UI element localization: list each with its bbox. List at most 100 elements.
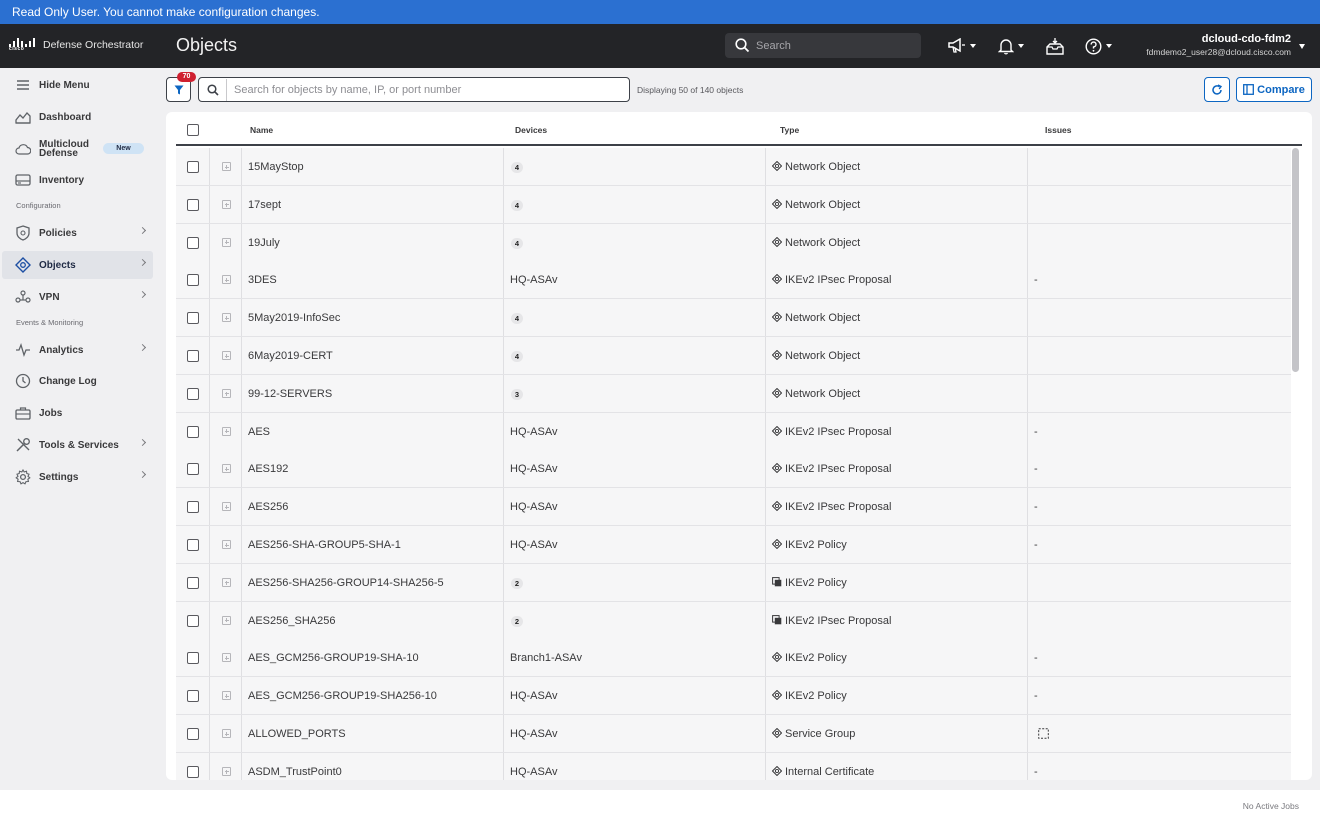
object-type: IKEv2 IPsec Proposal <box>785 463 892 476</box>
table-row[interactable]: 19July 4 Network Object <box>176 223 1291 262</box>
sidebar-item-analytics[interactable]: Analytics <box>2 336 153 364</box>
device-count-badge[interactable]: 4 <box>511 162 523 173</box>
table-row[interactable]: AES HQ-ASAv IKEv2 IPsec Proposal - <box>176 412 1291 451</box>
table-row[interactable]: AES256 HQ-ASAv IKEv2 IPsec Proposal - <box>176 488 1291 527</box>
expand-icon[interactable] <box>222 691 231 701</box>
table-row[interactable]: 3DES HQ-ASAv IKEv2 IPsec Proposal - <box>176 261 1291 300</box>
sidebar-item-label: Change Log <box>39 375 97 387</box>
sidebar-item-objects[interactable]: Objects <box>2 251 153 279</box>
table-row[interactable]: ALLOWED_PORTS HQ-ASAv Service Group <box>176 715 1291 753</box>
row-checkbox[interactable] <box>187 539 199 551</box>
row-checkbox[interactable] <box>187 614 199 627</box>
device-name: HQ-ASAv <box>510 728 558 740</box>
row-checkbox[interactable] <box>187 463 199 476</box>
device-count-badge[interactable]: 4 <box>511 199 523 211</box>
inbox-button[interactable] <box>1046 36 1064 56</box>
sidebar-item-dashboard[interactable]: Dashboard <box>2 103 153 131</box>
select-all-checkbox[interactable] <box>187 124 199 136</box>
expand-icon[interactable] <box>222 615 231 625</box>
table-row[interactable]: AES192 HQ-ASAv IKEv2 IPsec Proposal - <box>176 450 1291 489</box>
column-header-name[interactable]: Name <box>250 125 273 135</box>
sidebar-item-change-log[interactable]: Change Log <box>2 367 153 395</box>
sidebar-item-settings[interactable]: Settings <box>2 463 153 491</box>
refresh-button[interactable] <box>1204 77 1230 102</box>
notifications-menu[interactable] <box>998 36 1024 56</box>
object-type: IKEv2 IPsec Proposal <box>785 501 892 514</box>
announcements-menu[interactable] <box>948 36 976 56</box>
expand-icon[interactable] <box>222 162 231 171</box>
table-row[interactable]: AES_GCM256-GROUP19-SHA256-10 HQ-ASAv IKEv2… <box>176 677 1291 716</box>
object-name: AES256-SHA-GROUP5-SHA-1 <box>248 539 401 551</box>
row-checkbox[interactable] <box>187 312 199 325</box>
table-scrollbar[interactable] <box>1292 148 1299 372</box>
device-count-badge[interactable]: 4 <box>511 313 523 325</box>
row-checkbox[interactable] <box>187 501 199 514</box>
sidebar-item-jobs[interactable]: Jobs <box>2 399 153 427</box>
row-checkbox[interactable] <box>187 652 199 665</box>
devices-cell <box>504 374 766 412</box>
table-row[interactable]: AES256_SHA256 2 IKEv2 IPsec Proposal <box>176 601 1291 640</box>
device-count-badge[interactable]: 4 <box>511 237 523 249</box>
device-count-badge[interactable]: 4 <box>511 351 523 362</box>
object-search-button[interactable] <box>199 78 227 101</box>
global-search-input[interactable] <box>756 39 906 52</box>
column-header-devices[interactable]: Devices <box>515 125 547 135</box>
expand-icon[interactable] <box>222 729 231 738</box>
expand-icon[interactable] <box>222 464 231 474</box>
object-name: 6May2019-CERT <box>248 350 333 362</box>
row-checkbox[interactable] <box>187 425 199 438</box>
user-menu[interactable]: dcloud-cdo-fdm2 fdmdemo2_user28@dcloud.c… <box>1146 33 1291 57</box>
device-count-badge[interactable]: 2 <box>511 615 523 627</box>
expand-icon[interactable] <box>222 766 231 776</box>
expand-icon[interactable] <box>222 388 231 398</box>
expand-icon[interactable] <box>222 313 231 323</box>
chevron-down-icon[interactable] <box>1299 44 1305 49</box>
table-row[interactable]: AES256-SHA-GROUP5-SHA-1 HQ-ASAv IKEv2 Poli… <box>176 526 1291 564</box>
expand-icon[interactable] <box>222 351 231 360</box>
row-checkbox[interactable] <box>187 350 199 362</box>
help-menu[interactable] <box>1085 36 1112 56</box>
object-search[interactable] <box>198 77 630 102</box>
brand[interactable]: cisco Defense Orchestrator <box>9 38 143 52</box>
expand-icon[interactable] <box>222 577 231 587</box>
device-count-badge[interactable]: 2 <box>511 577 523 589</box>
table-row[interactable]: ASDM_TrustPoint0 HQ-ASAv Internal Certific… <box>176 752 1291 780</box>
expand-icon[interactable] <box>222 540 231 549</box>
expand-icon[interactable] <box>222 199 231 209</box>
row-checkbox[interactable] <box>187 236 199 249</box>
expand-icon[interactable] <box>222 426 231 436</box>
compare-button[interactable]: Compare <box>1236 77 1312 102</box>
expand-icon[interactable] <box>222 653 231 663</box>
device-name: Branch1-ASAv <box>510 652 582 665</box>
row-checkbox[interactable] <box>187 765 199 778</box>
sidebar-item-policies[interactable]: Policies <box>2 219 153 247</box>
sidebar-item-vpn[interactable]: VPN <box>2 283 153 311</box>
row-checkbox[interactable] <box>187 576 199 589</box>
brand-name: Defense Orchestrator <box>43 39 144 51</box>
table-row[interactable]: 6May2019-CERT 4 Network Object <box>176 337 1291 375</box>
table-row[interactable]: 99-12-SERVERS 3 Network Object <box>176 374 1291 413</box>
table-row[interactable]: AES_GCM256-GROUP19-SHA-10 Branch1-ASAv IKE… <box>176 639 1291 678</box>
row-checkbox[interactable] <box>187 274 199 287</box>
global-search[interactable] <box>725 33 921 58</box>
row-checkbox[interactable] <box>187 198 199 211</box>
row-checkbox[interactable] <box>187 387 199 400</box>
table-row[interactable]: AES256-SHA256-GROUP14-SHA256-5 2 IKEv2 Pol… <box>176 563 1291 602</box>
row-checkbox[interactable] <box>187 690 199 703</box>
device-count-badge[interactable]: 3 <box>511 388 523 400</box>
hide-menu-button[interactable]: Hide Menu <box>2 71 153 99</box>
object-search-input[interactable] <box>227 83 617 96</box>
sidebar-item-inventory[interactable]: Inventory <box>2 166 153 194</box>
column-header-issues[interactable]: Issues <box>1045 125 1071 135</box>
chevron-right-icon <box>138 258 147 267</box>
sidebar-item-tools-services[interactable]: Tools & Services <box>2 431 153 459</box>
table-row[interactable]: 17sept 4 Network Object <box>176 185 1291 224</box>
row-checkbox[interactable] <box>187 728 199 740</box>
expand-icon[interactable] <box>222 502 231 512</box>
table-row[interactable]: 15MayStop 4 Network Object <box>176 148 1291 186</box>
expand-icon[interactable] <box>222 275 231 285</box>
expand-icon[interactable] <box>222 237 231 247</box>
table-row[interactable]: 5May2019-InfoSec 4 Network Object <box>176 299 1291 338</box>
column-header-type[interactable]: Type <box>780 125 799 135</box>
row-checkbox[interactable] <box>187 161 199 173</box>
